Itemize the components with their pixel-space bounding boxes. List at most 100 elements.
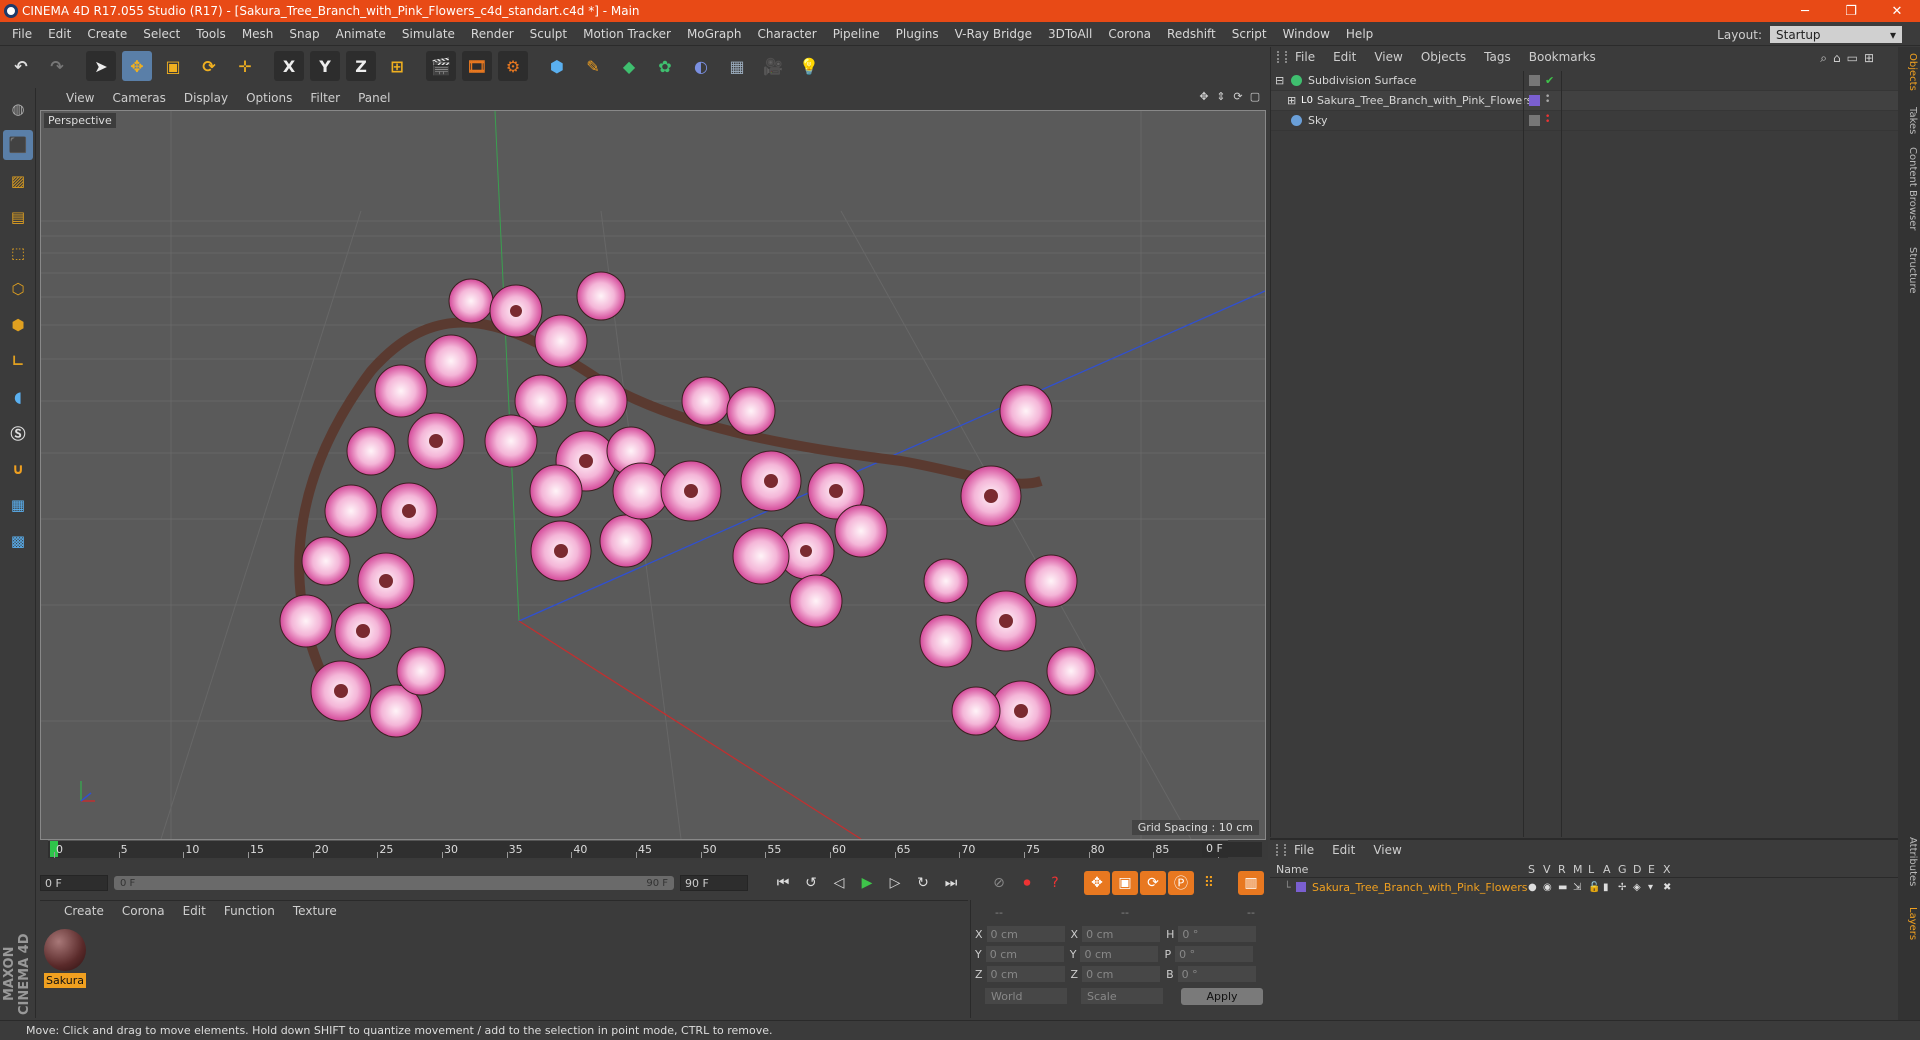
menu-file[interactable]: File bbox=[4, 27, 40, 41]
menu-redshift[interactable]: Redshift bbox=[1159, 27, 1224, 41]
menu-corona[interactable]: Corona bbox=[1100, 27, 1159, 41]
expression-icon[interactable]: ▾ bbox=[1648, 882, 1663, 893]
y-axis-button[interactable]: Y bbox=[310, 51, 340, 81]
menu-motion-tracker[interactable]: Motion Tracker bbox=[575, 27, 679, 41]
viewport-menu-panel[interactable]: Panel bbox=[358, 91, 390, 105]
render-settings-button[interactable]: ⚙ bbox=[498, 51, 528, 81]
magnet-button[interactable]: ∪ bbox=[3, 454, 33, 484]
rotation-b-field[interactable]: 0 ° bbox=[1177, 966, 1256, 982]
camera-button[interactable]: 🎥 bbox=[758, 51, 788, 81]
checkmark-icon[interactable]: ✔ bbox=[1545, 75, 1556, 86]
frame-ruler[interactable]: 051015202530354045505560657075808590 bbox=[48, 840, 1234, 858]
next-frame-button[interactable]: ▷ bbox=[882, 871, 908, 895]
tweak-mode-button[interactable]: ◖ bbox=[3, 382, 33, 412]
menu-animate[interactable]: Animate bbox=[328, 27, 394, 41]
expand-toggle-icon[interactable]: ⊞ bbox=[1287, 94, 1296, 107]
home-icon[interactable]: ⌂ bbox=[1833, 51, 1841, 66]
start-frame-field[interactable]: 0 F bbox=[40, 875, 108, 891]
xref-icon[interactable]: ✖ bbox=[1663, 882, 1678, 893]
layer-tag-icon[interactable] bbox=[1529, 75, 1540, 86]
redo-button[interactable]: ↷ bbox=[42, 51, 72, 81]
menu-pipeline[interactable]: Pipeline bbox=[825, 27, 888, 41]
subdivision-button[interactable]: ◆ bbox=[614, 51, 644, 81]
previous-frame-button[interactable]: ◁ bbox=[826, 871, 852, 895]
restore-button[interactable]: ❐ bbox=[1828, 0, 1874, 22]
layout-dropdown[interactable]: Startup ▾ bbox=[1770, 26, 1902, 43]
menu-script[interactable]: Script bbox=[1224, 27, 1275, 41]
position-z-field[interactable]: 0 cm bbox=[986, 966, 1065, 982]
obj-menu-tags[interactable]: Tags bbox=[1484, 50, 1511, 64]
obj-menu-objects[interactable]: Objects bbox=[1421, 50, 1466, 64]
lock-workplane-button[interactable]: ▦ bbox=[3, 490, 33, 520]
go-to-end-button[interactable]: ⏭ bbox=[938, 871, 964, 895]
cube-object-button[interactable]: ⬢ bbox=[542, 51, 572, 81]
obj-menu-edit[interactable]: Edit bbox=[1333, 50, 1356, 64]
perspective-viewport[interactable]: Perspective Grid Spacing : 10 cm bbox=[40, 110, 1266, 840]
tab-content-browser[interactable]: Content Browser bbox=[1900, 147, 1918, 230]
size-y-field[interactable]: 0 cm bbox=[1080, 946, 1159, 962]
solo-dot-icon[interactable]: ● bbox=[1528, 882, 1543, 893]
key-position-button[interactable]: ✥ bbox=[1084, 871, 1110, 895]
object-row[interactable]: ⊟ Subdivision Surface ✔ bbox=[1271, 71, 1899, 91]
visibility-dots-icon[interactable]: • • bbox=[1545, 93, 1556, 107]
polygons-mode-button[interactable]: ⬢ bbox=[3, 310, 33, 340]
render-view-button[interactable]: 🎬 bbox=[426, 51, 456, 81]
model-mode-button[interactable]: ⬛ bbox=[3, 130, 33, 160]
key-rotation-button[interactable]: ⟳ bbox=[1140, 871, 1166, 895]
material-swatch[interactable]: Sakura bbox=[44, 929, 86, 988]
close-button[interactable]: ✕ bbox=[1874, 0, 1920, 22]
record-keys-button[interactable]: ⏺ bbox=[1014, 871, 1040, 895]
select-tool-button[interactable]: ➤ bbox=[86, 51, 116, 81]
play-button[interactable]: ▶ bbox=[854, 871, 880, 895]
object-row[interactable]: ⊞ L0 Sakura_Tree_Branch_with_Pink_Flower… bbox=[1271, 91, 1899, 111]
timeline-ruler[interactable]: 051015202530354045505560657075808590 0 F bbox=[48, 840, 1268, 860]
next-key-button[interactable]: ↻ bbox=[910, 871, 936, 895]
panel-grip-icon[interactable] bbox=[1276, 844, 1286, 856]
points-mode-button[interactable]: ⬚ bbox=[3, 238, 33, 268]
layer-color-swatch[interactable] bbox=[1529, 95, 1540, 106]
menu-create[interactable]: Create bbox=[79, 27, 135, 41]
menu-mesh[interactable]: Mesh bbox=[234, 27, 282, 41]
expand-toggle-icon[interactable]: ⊟ bbox=[1275, 74, 1284, 87]
key-parameter-button[interactable]: Ⓟ bbox=[1168, 871, 1194, 895]
layer-menu-file[interactable]: File bbox=[1294, 843, 1314, 857]
x-axis-button[interactable]: X bbox=[274, 51, 304, 81]
deformer-icon[interactable]: ◈ bbox=[1633, 882, 1648, 893]
menu-snap[interactable]: Snap bbox=[281, 27, 327, 41]
go-to-start-button[interactable]: ⏮ bbox=[770, 871, 796, 895]
undo-button[interactable]: ↶ bbox=[6, 51, 36, 81]
viewport-menu-cameras[interactable]: Cameras bbox=[112, 91, 165, 105]
tab-objects[interactable]: Objects bbox=[1900, 53, 1918, 91]
pan-icon[interactable]: ✥ bbox=[1197, 90, 1211, 104]
tab-structure[interactable]: Structure bbox=[1900, 247, 1918, 294]
orbit-icon[interactable]: ⟳ bbox=[1231, 90, 1245, 104]
coordinate-system-button[interactable]: ⊞ bbox=[382, 51, 412, 81]
axis-mode-button[interactable]: ∟ bbox=[3, 346, 33, 376]
layer-row[interactable]: └ Sakura_Tree_Branch_with_Pink_Flowers ●… bbox=[1270, 879, 1898, 895]
tab-attributes[interactable]: Attributes bbox=[1900, 837, 1918, 886]
position-x-field[interactable]: 0 cm bbox=[986, 926, 1065, 942]
dolly-icon[interactable]: ⇕ bbox=[1214, 90, 1228, 104]
size-z-field[interactable]: 0 cm bbox=[1082, 966, 1161, 982]
key-pla-button[interactable]: ⠿ bbox=[1196, 871, 1222, 895]
column-divider[interactable] bbox=[1523, 71, 1524, 837]
motion-record-button[interactable]: ⊘ bbox=[986, 871, 1012, 895]
size-x-field[interactable]: 0 cm bbox=[1082, 926, 1161, 942]
object-row[interactable]: Sky • • bbox=[1271, 111, 1899, 131]
panel-grip-icon[interactable] bbox=[1277, 51, 1287, 63]
menu-edit[interactable]: Edit bbox=[40, 27, 79, 41]
mat-menu-texture[interactable]: Texture bbox=[293, 904, 337, 918]
tab-takes[interactable]: Takes bbox=[1900, 107, 1918, 134]
menu-3dtoall[interactable]: 3DToAll bbox=[1040, 27, 1100, 41]
viewport-menu-filter[interactable]: Filter bbox=[310, 91, 340, 105]
search-icon[interactable]: ⌕ bbox=[1820, 51, 1827, 66]
menu-mograph[interactable]: MoGraph bbox=[679, 27, 750, 41]
menu-plugins[interactable]: Plugins bbox=[888, 27, 947, 41]
layer-tag-icon[interactable] bbox=[1529, 115, 1540, 126]
make-editable-button[interactable]: ◍ bbox=[3, 94, 33, 124]
render-clapboard-icon[interactable]: ▬ bbox=[1558, 882, 1573, 893]
pen-spline-button[interactable]: ✎ bbox=[578, 51, 608, 81]
eye-icon[interactable]: ◉ bbox=[1543, 882, 1558, 893]
mat-menu-function[interactable]: Function bbox=[224, 904, 275, 918]
array-button[interactable]: ✿ bbox=[650, 51, 680, 81]
